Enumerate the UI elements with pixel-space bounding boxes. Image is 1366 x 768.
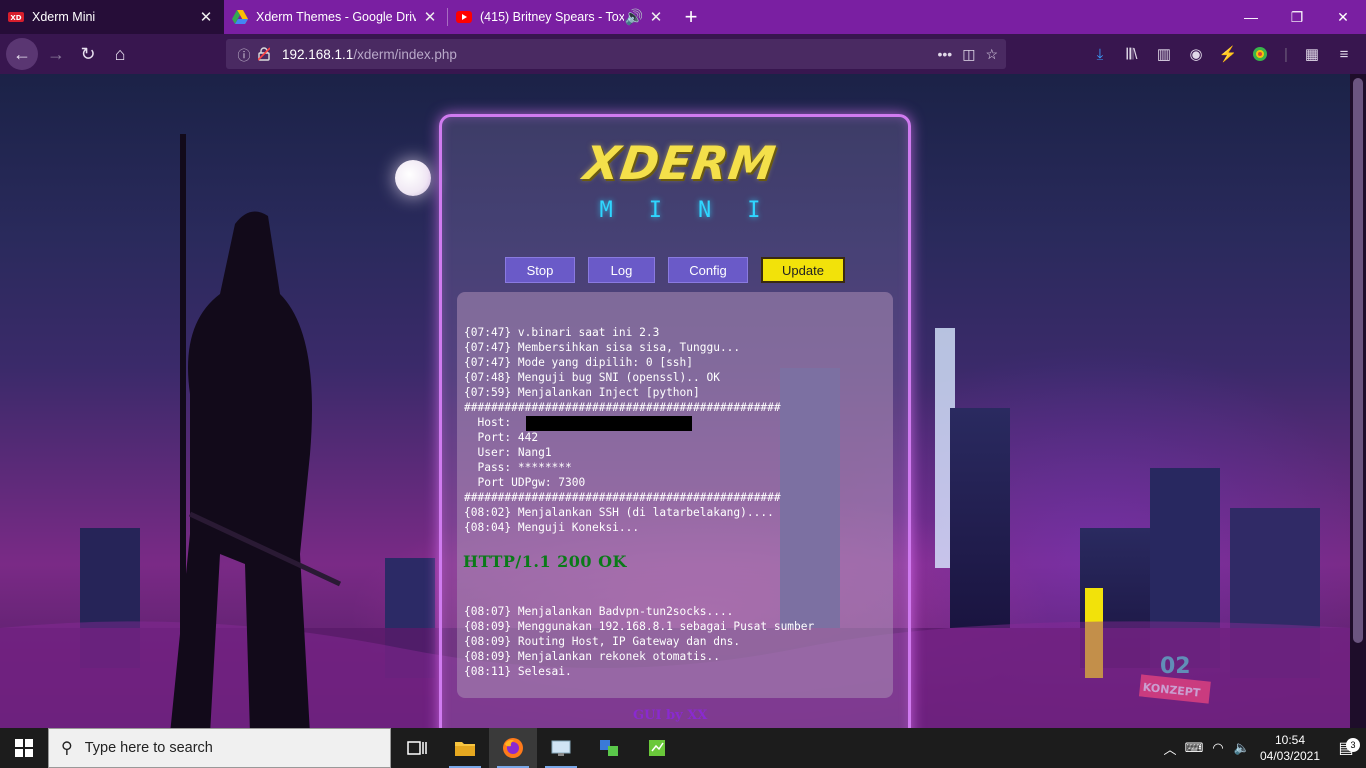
- clock-date: 04/03/2021: [1259, 749, 1321, 763]
- taskbar-search-box[interactable]: ⚲ Type here to search: [48, 728, 391, 768]
- google-drive-icon: [232, 9, 248, 25]
- close-window-icon[interactable]: ✕: [1320, 0, 1366, 34]
- logo-title: XDERM: [580, 136, 780, 190]
- youtube-icon: [456, 9, 472, 25]
- moon-image: [395, 160, 431, 196]
- chevron-up-icon[interactable]: ︿: [1158, 739, 1182, 758]
- http-status-text: HTTP/1.1 200 OK: [463, 552, 627, 571]
- tab-close-icon[interactable]: ✕: [422, 9, 438, 26]
- network-app-icon[interactable]: [585, 728, 633, 768]
- search-icon: ⚲: [61, 740, 73, 757]
- keyboard-icon[interactable]: ⌨: [1182, 740, 1206, 756]
- file-explorer-icon[interactable]: [441, 728, 489, 768]
- tab-google-drive[interactable]: Xderm Themes - Google Drive ✕: [224, 0, 448, 34]
- notification-badge: 3: [1346, 738, 1360, 752]
- log-output: {07:47} v.binari saat ini 2.3 {07:47} Me…: [457, 292, 893, 698]
- xderm-logo: XDERM MINI: [545, 136, 815, 236]
- tab-close-icon[interactable]: ✕: [198, 9, 214, 26]
- bookmark-star-icon[interactable]: ☆: [985, 46, 998, 63]
- home-button[interactable]: ⌂: [104, 38, 136, 70]
- page-actions-icon[interactable]: •••: [937, 46, 952, 63]
- page-viewport: 02 KONZEPT XDERM MINI Stop Log Config Up…: [0, 74, 1350, 728]
- tab-xderm-mini[interactable]: XD Xderm Mini ✕: [0, 0, 224, 34]
- browser-navbar: ← → ↻ ⌂ ⓘ 192.168.1.1/xderm/index.php ••…: [0, 34, 1366, 74]
- page-scrollbar[interactable]: [1350, 74, 1366, 728]
- extension-bolt-icon[interactable]: ⚡: [1212, 38, 1244, 70]
- minimize-icon[interactable]: —: [1228, 0, 1274, 34]
- windows-logo-icon: [15, 739, 33, 757]
- insecure-lock-icon[interactable]: [254, 47, 274, 61]
- menu-icon[interactable]: ≡: [1328, 38, 1360, 70]
- url-host: 192.168.1.1: [282, 46, 354, 62]
- reload-button[interactable]: ↻: [72, 38, 104, 70]
- tab-youtube[interactable]: (415) Britney Spears - Toxic ( 🔊 ✕: [448, 0, 674, 34]
- library-icon[interactable]: 𝄃𝄃\: [1116, 38, 1148, 70]
- stop-button[interactable]: Stop: [505, 257, 575, 283]
- pocket-icon[interactable]: ◫: [962, 46, 975, 63]
- url-bar[interactable]: ⓘ 192.168.1.1/xderm/index.php ••• ◫ ☆: [226, 39, 1006, 69]
- footer-credit: GUI by XX: [633, 708, 708, 723]
- extension-grid-icon[interactable]: ▦: [1296, 38, 1328, 70]
- log-text-second: {08:07} Menjalankan Badvpn-tun2socks....…: [464, 605, 815, 678]
- download-icon[interactable]: ⤓: [1084, 38, 1116, 70]
- ninja-figure-image: [170, 134, 342, 728]
- tab-title: Xderm Mini: [32, 10, 96, 24]
- tab-close-icon[interactable]: ✕: [648, 9, 664, 26]
- tab-title: Xderm Themes - Google Drive: [256, 10, 416, 24]
- browser-tab-strip: XD Xderm Mini ✕ Xderm Themes - Google Dr…: [0, 0, 1366, 34]
- new-tab-button[interactable]: +: [674, 0, 708, 34]
- wifi-icon[interactable]: ◠: [1206, 740, 1230, 756]
- tab-title: (415) Britney Spears - Toxic (: [480, 10, 624, 24]
- start-button[interactable]: [0, 728, 48, 768]
- forward-button[interactable]: →: [40, 38, 72, 70]
- windows-taskbar: ⚲ Type here to search ︿ ⌨ ◠ 🔈 10:54 04/0…: [0, 728, 1366, 768]
- firefox-icon[interactable]: [489, 728, 537, 768]
- account-icon[interactable]: ◉: [1180, 38, 1212, 70]
- clock-time: 10:54: [1274, 733, 1306, 747]
- remote-desktop-icon[interactable]: [537, 728, 585, 768]
- config-button[interactable]: Config: [668, 257, 748, 283]
- xderm-favicon-icon: XD: [8, 9, 24, 25]
- control-buttons: Stop Log Config Update: [505, 257, 845, 283]
- clock[interactable]: 10:54 04/03/2021: [1254, 732, 1326, 764]
- redacted-host-bar: [526, 416, 692, 431]
- notification-center-button[interactable]: ▤ 3: [1326, 738, 1366, 758]
- update-button[interactable]: Update: [761, 257, 845, 283]
- system-tray: ︿ ⌨ ◠ 🔈 10:54 04/03/2021 ▤ 3: [1158, 728, 1366, 768]
- svg-text:XD: XD: [10, 14, 21, 22]
- volume-icon[interactable]: 🔈: [1230, 740, 1254, 756]
- restore-icon[interactable]: ❐: [1274, 0, 1320, 34]
- sidebar-icon[interactable]: ▥: [1148, 38, 1180, 70]
- scrollbar-thumb[interactable]: [1353, 78, 1363, 643]
- extension-color-icon[interactable]: [1244, 38, 1276, 70]
- log-button[interactable]: Log: [588, 257, 655, 283]
- speaker-icon[interactable]: 🔊: [625, 9, 644, 26]
- site-info-icon[interactable]: ⓘ: [234, 45, 254, 64]
- back-button[interactable]: ←: [6, 38, 38, 70]
- url-path: /xderm/index.php: [353, 46, 457, 62]
- logo-subtitle: MINI: [599, 198, 797, 223]
- task-view-button[interactable]: [393, 728, 441, 768]
- notepad-app-icon[interactable]: [633, 728, 681, 768]
- search-placeholder: Type here to search: [84, 740, 213, 756]
